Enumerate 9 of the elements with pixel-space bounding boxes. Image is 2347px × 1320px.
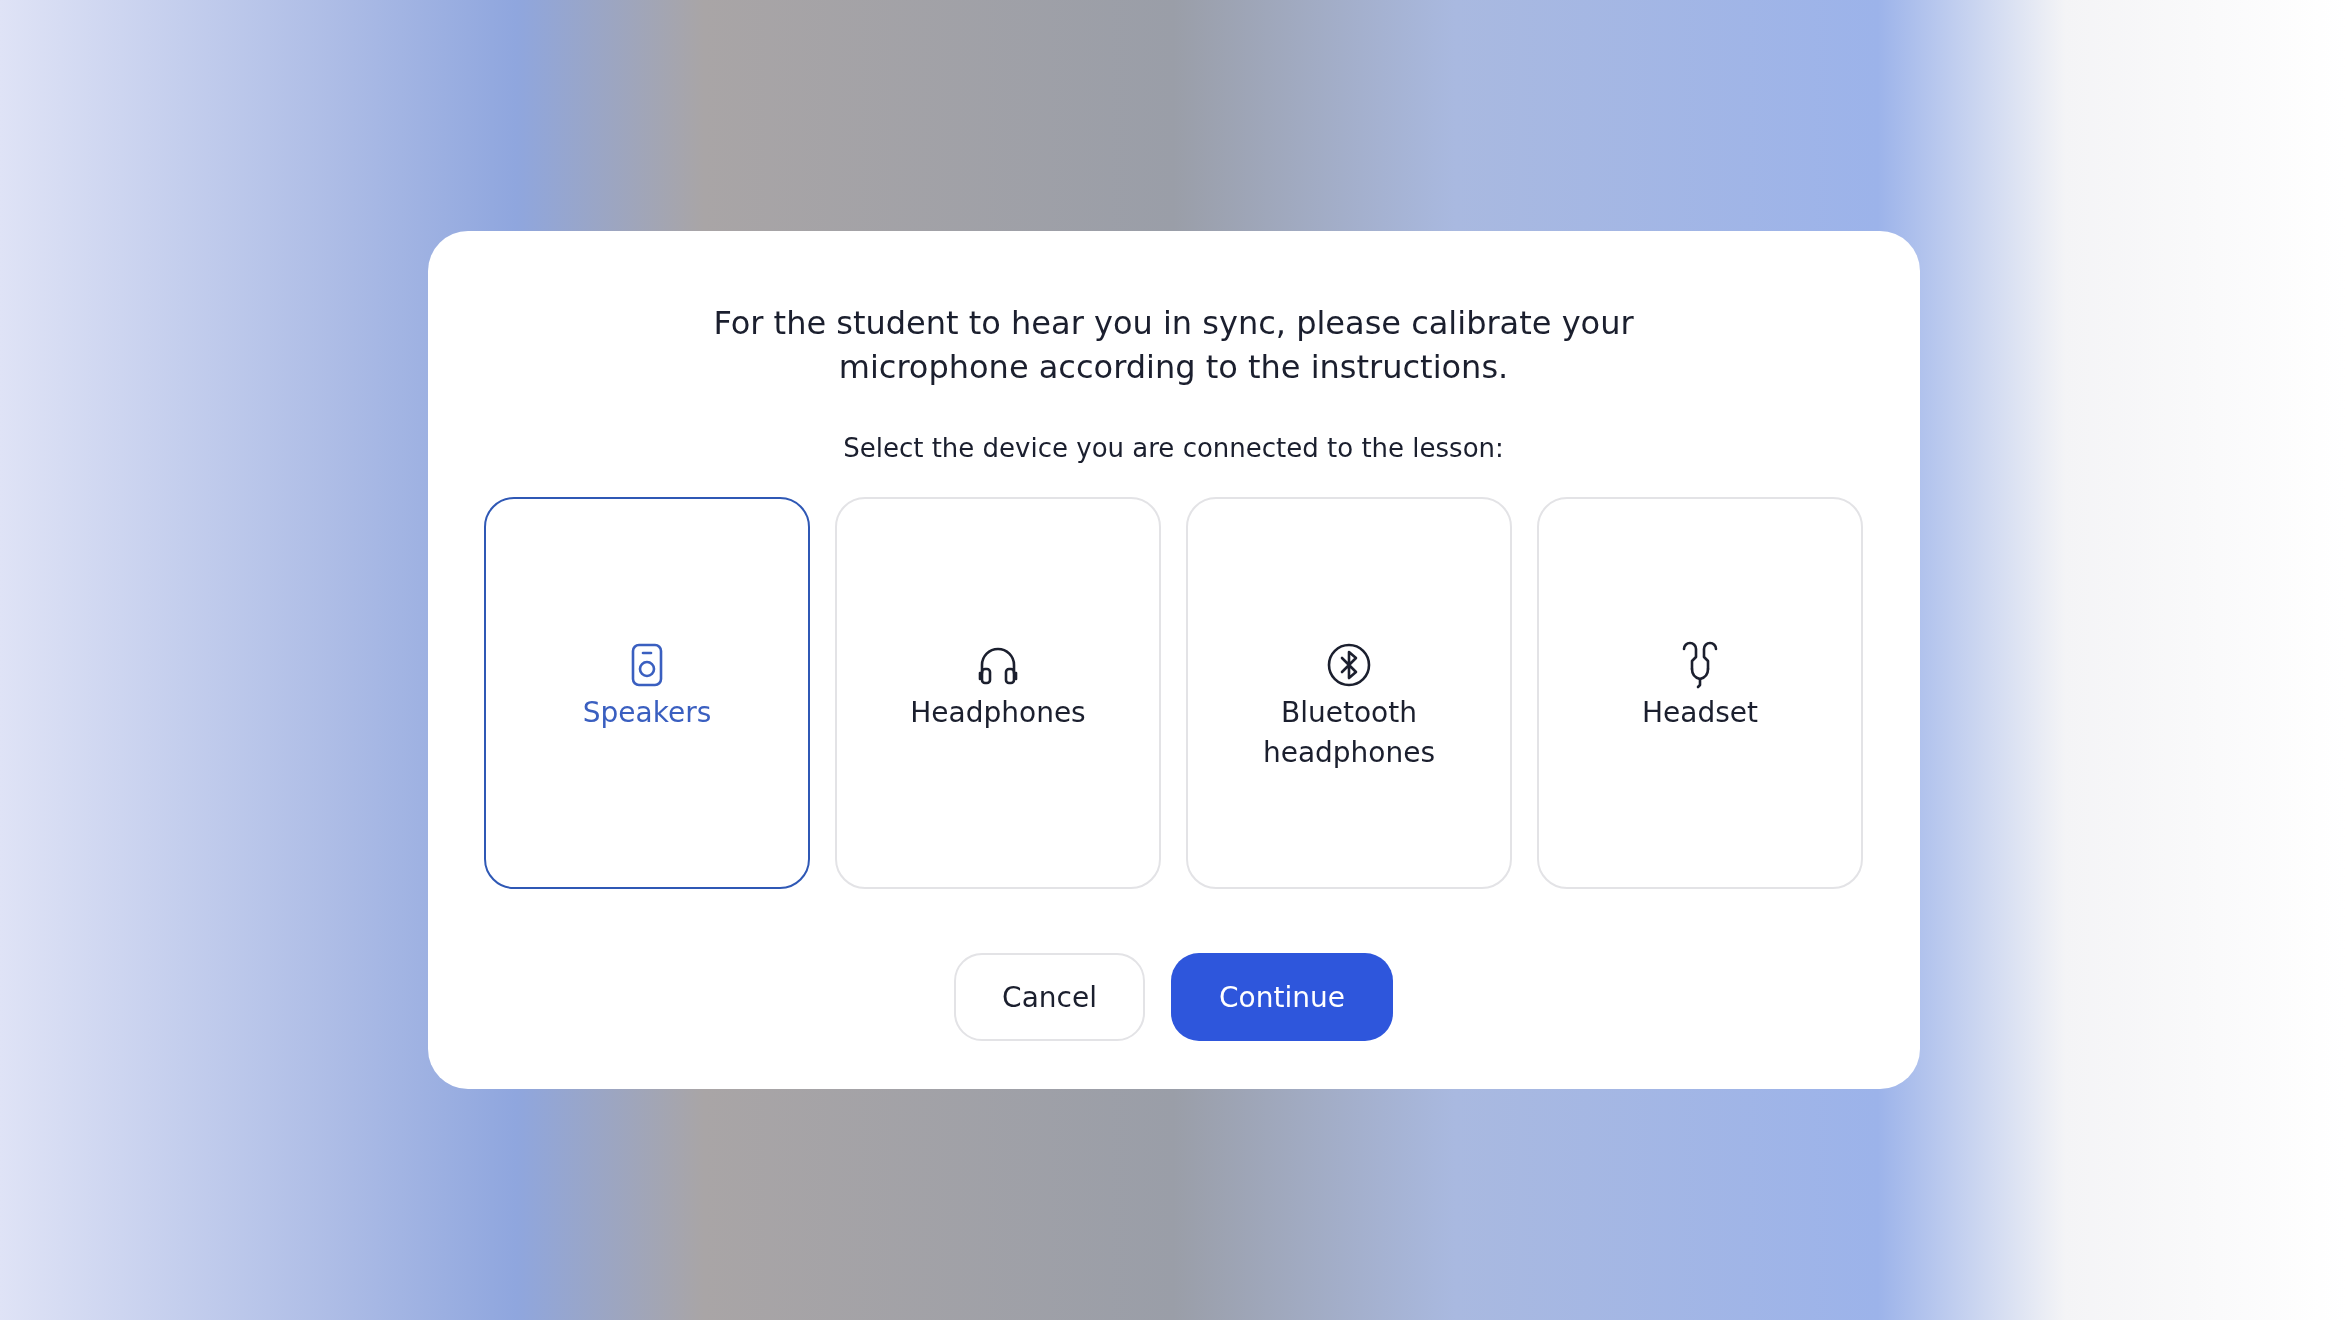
device-option[interactable]: Headset: [1537, 497, 1863, 889]
dialog-title: For the student to hear you in sync, please calibrate your microphone according to the instructions.: [712, 303, 1635, 388]
continue-button[interactable]: Continue: [1170, 953, 1393, 1041]
device-option[interactable]: Speakers: [484, 497, 810, 889]
device-option[interactable]: Headphones: [835, 497, 1161, 889]
device-prompt: Select the device you are connected to the lesson:: [843, 433, 1504, 463]
cancel-button[interactable]: Cancel: [954, 953, 1145, 1041]
bluetooth-icon: [1325, 641, 1373, 689]
device-option[interactable]: Bluetooth headphones: [1186, 497, 1512, 889]
